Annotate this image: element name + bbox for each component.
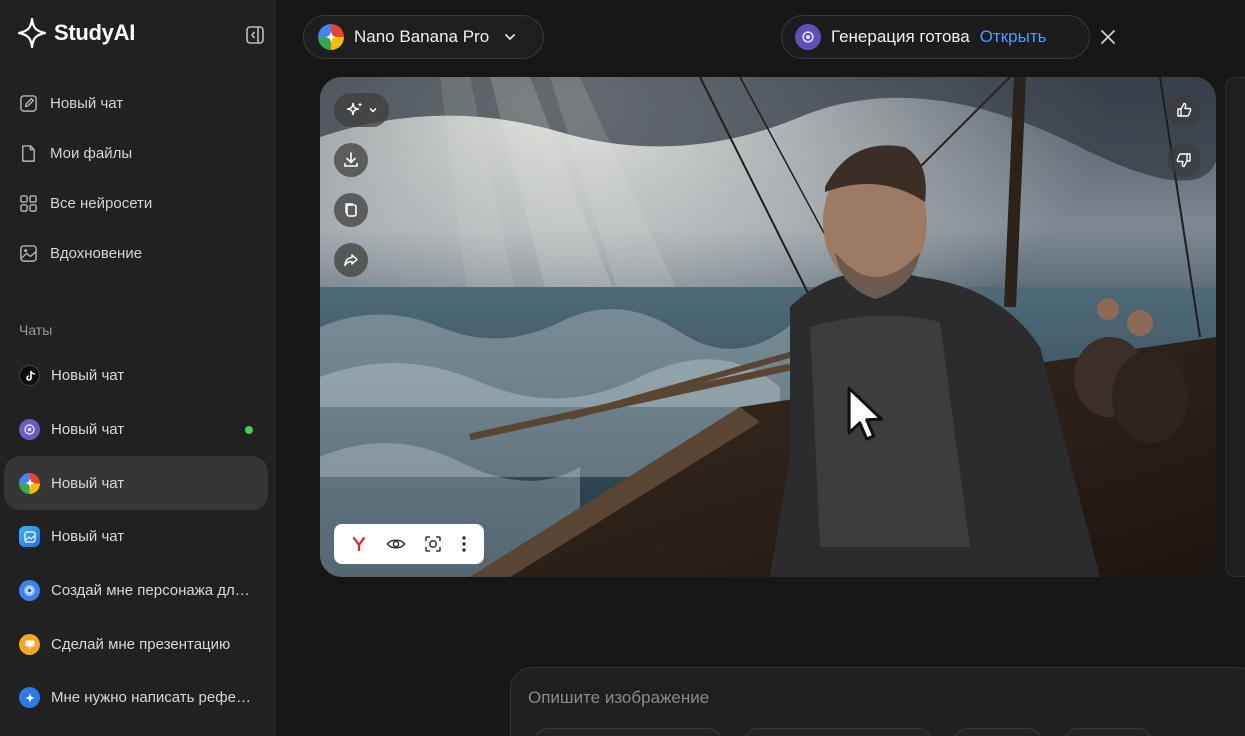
- magic-sparkle-icon: [346, 102, 363, 116]
- more-vertical-icon[interactable]: [461, 535, 467, 553]
- eye-icon[interactable]: [386, 536, 406, 552]
- sidebar-collapse-icon: [246, 26, 264, 44]
- generation-notification: Генерация готова Открыть: [781, 15, 1090, 59]
- prompt-option-chip[interactable]: [953, 728, 1043, 736]
- sparkle-icon: [19, 687, 40, 709]
- app-window: StudyAI Новый чат Мои файлы Все нейросет…: [0, 0, 1245, 736]
- generated-image[interactable]: [320, 77, 1216, 577]
- share-arrow-icon: [344, 254, 358, 267]
- download-button[interactable]: [334, 143, 368, 177]
- edit-icon: [20, 94, 37, 112]
- open-link[interactable]: Открыть: [980, 27, 1047, 47]
- model-name: Nano Banana Pro: [354, 27, 490, 46]
- chat-label: Мне нужно написать реферат: [51, 689, 251, 707]
- file-icon: [22, 144, 35, 162]
- image-scene: [320, 77, 1216, 577]
- model-selector[interactable]: Nano Banana Pro: [303, 15, 544, 59]
- chrome-icon: [19, 580, 40, 602]
- app-name: StudyAI: [54, 20, 136, 45]
- share-button[interactable]: [334, 243, 368, 277]
- image-extension-toolbar: [334, 524, 484, 564]
- nav-label: Новый чат: [50, 94, 124, 112]
- close-notification-button[interactable]: [1098, 27, 1118, 47]
- style-menu-button[interactable]: [334, 93, 389, 127]
- nav-my-files[interactable]: Мои файлы: [0, 128, 276, 178]
- prompt-option-chip[interactable]: [533, 728, 723, 736]
- thumbs-down-icon: [1176, 153, 1191, 168]
- image-app-icon: [19, 526, 40, 548]
- download-icon: [344, 152, 358, 167]
- chat-item[interactable]: Сделай мне презентацию: [4, 617, 268, 671]
- chevron-down-icon: [369, 107, 377, 113]
- chat-item-active[interactable]: Новый чат: [4, 456, 268, 511]
- chats-section-title: Чаты: [19, 322, 53, 338]
- nav-new-chat[interactable]: Новый чат: [0, 78, 276, 128]
- prompt-option-chip[interactable]: [1063, 728, 1153, 736]
- sparkle-logo-icon: [18, 18, 46, 48]
- gemini-icon: [318, 24, 344, 50]
- nav-label: Вдохновение: [50, 244, 143, 262]
- chat-list: Новый чат Новый чат Новый чат Новый чат …: [4, 349, 268, 725]
- notification-text: Генерация готова: [831, 27, 970, 46]
- chat-item[interactable]: Новый чат: [4, 349, 268, 403]
- nav-inspiration[interactable]: Вдохновение: [0, 228, 276, 278]
- sidebar: StudyAI Новый чат Мои файлы Все нейросет…: [0, 0, 276, 736]
- model-icon: [19, 419, 40, 441]
- dislike-button[interactable]: [1167, 143, 1201, 177]
- chat-item[interactable]: Новый чат: [4, 403, 268, 457]
- chat-label: Сделай мне презентацию: [51, 635, 231, 653]
- copy-icon: [345, 203, 357, 217]
- copy-button[interactable]: [334, 193, 368, 227]
- logo[interactable]: StudyAI: [18, 18, 135, 48]
- chat-label: Новый чат: [51, 474, 125, 492]
- chevron-down-icon: [505, 34, 516, 41]
- sidebar-nav: Новый чат Мои файлы Все нейросети Вдохно…: [0, 78, 276, 278]
- online-indicator: [245, 425, 253, 434]
- gallery-icon: [20, 244, 37, 262]
- chat-item[interactable]: Мне нужно написать реферат: [4, 671, 268, 725]
- nav-label: Все нейросети: [50, 194, 153, 212]
- mouse-cursor-icon: [847, 386, 883, 441]
- chat-label: Создай мне персонажа для игры: [51, 582, 251, 600]
- model-icon: [795, 24, 821, 50]
- like-button[interactable]: [1167, 93, 1201, 127]
- nav-label: Мои файлы: [50, 144, 133, 162]
- next-result-card[interactable]: [1225, 77, 1245, 577]
- nav-all-models[interactable]: Все нейросети: [0, 178, 276, 228]
- yandex-icon[interactable]: [351, 536, 367, 552]
- close-icon: [1101, 30, 1115, 44]
- grid-icon: [20, 194, 37, 212]
- gemini-icon: [19, 472, 40, 494]
- chat-label: Новый чат: [51, 367, 125, 385]
- prompt-option-chip[interactable]: [743, 728, 933, 736]
- chat-item[interactable]: Создай мне персонажа для игры: [4, 564, 268, 618]
- main-area: Nano Banana Pro Генерация готова Открыть: [276, 0, 1245, 736]
- prompt-box: [510, 667, 1245, 736]
- thumbs-up-icon: [1177, 102, 1192, 117]
- prompt-input[interactable]: [528, 683, 1028, 713]
- tiktok-icon: [19, 365, 40, 387]
- presentation-icon: [19, 633, 40, 655]
- collapse-sidebar-button[interactable]: [244, 24, 266, 46]
- chat-label: Новый чат: [51, 421, 125, 439]
- chat-label: Новый чат: [51, 528, 125, 546]
- lens-search-icon[interactable]: [424, 535, 442, 553]
- chat-item[interactable]: Новый чат: [4, 510, 268, 564]
